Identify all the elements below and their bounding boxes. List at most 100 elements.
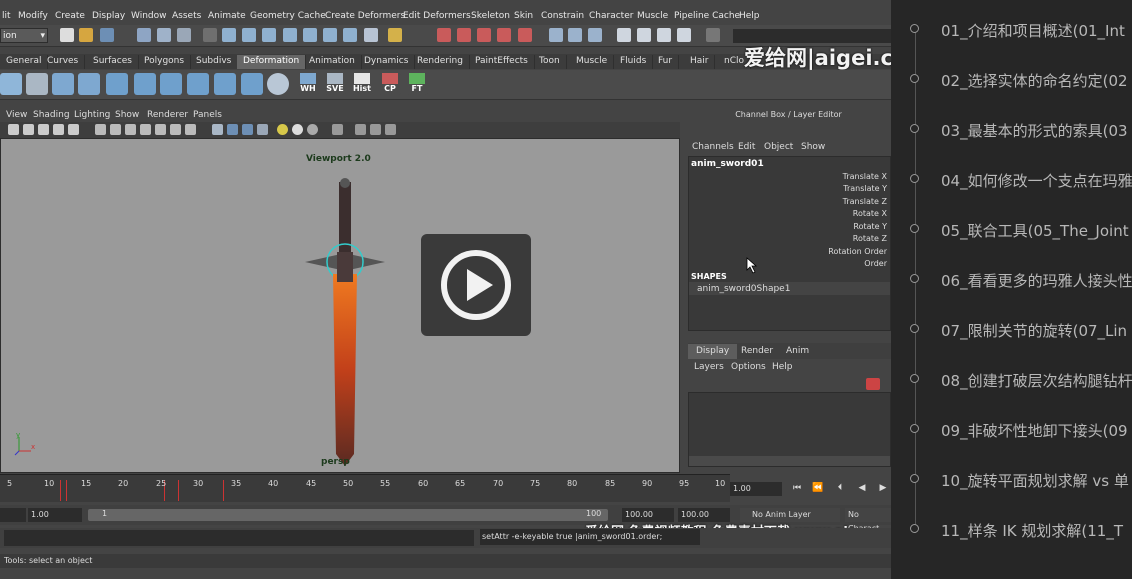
menu-item[interactable]: Skin bbox=[514, 11, 533, 21]
playlist-item[interactable]: 05_联合工具(05_The_Joint bbox=[897, 220, 1132, 240]
current-frame-field[interactable]: 1.00 bbox=[730, 482, 782, 496]
range-start-field[interactable] bbox=[0, 508, 26, 522]
time-slider[interactable]: 5 10 15 20 25 30 35 40 45 50 55 60 65 70… bbox=[0, 474, 730, 502]
new-layer-icon[interactable] bbox=[866, 378, 880, 390]
viewport-3d[interactable]: Viewport 2.0 y x persp bbox=[0, 138, 680, 473]
shelf-tab-toon[interactable]: Toon bbox=[533, 55, 567, 69]
options-menu[interactable]: Options bbox=[731, 362, 766, 372]
render-settings-icon[interactable] bbox=[477, 28, 491, 42]
attr-rotate-x[interactable]: Rotate X bbox=[853, 209, 887, 218]
make-live-icon[interactable] bbox=[303, 28, 317, 42]
playlist-item[interactable]: 11_样条 IK 规划求解(11_T bbox=[897, 520, 1132, 540]
menu-item[interactable]: Muscle bbox=[637, 11, 668, 21]
layout-four-icon[interactable] bbox=[637, 28, 651, 42]
shelf-tab-animation[interactable]: Animation bbox=[303, 55, 362, 69]
shelf-tab-subdivs[interactable]: Subdivs bbox=[190, 55, 239, 69]
attr-translate-y[interactable]: Translate Y bbox=[843, 184, 887, 193]
panel-menu-panels[interactable]: Panels bbox=[193, 110, 222, 120]
character-dropdown[interactable]: No Charact bbox=[845, 508, 891, 533]
playlist-item[interactable]: 03_最基本的形式的索具(03 bbox=[897, 120, 1132, 140]
shelf-tab-polygons[interactable]: Polygons bbox=[138, 55, 192, 69]
layers-menu[interactable]: Layers bbox=[694, 362, 724, 372]
hypershade-icon[interactable] bbox=[497, 28, 511, 42]
menu-item[interactable]: Modify bbox=[18, 11, 48, 21]
hist-shelf-button[interactable]: Hist bbox=[351, 73, 373, 95]
attr-translate-x[interactable]: Translate X bbox=[843, 172, 887, 181]
shadows-icon[interactable] bbox=[307, 124, 318, 135]
shape-name[interactable]: anim_sword0Shape1 bbox=[697, 284, 790, 294]
render-view-icon[interactable] bbox=[518, 28, 532, 42]
grid-icon[interactable] bbox=[95, 124, 106, 135]
command-input-field[interactable] bbox=[733, 29, 891, 43]
all-lights-icon[interactable] bbox=[292, 124, 303, 135]
menu-item[interactable]: Create Deformers bbox=[325, 11, 405, 21]
save-scene-icon[interactable] bbox=[100, 28, 114, 42]
snap-point-icon[interactable] bbox=[262, 28, 276, 42]
menu-item[interactable]: Edit Deformers bbox=[403, 11, 471, 21]
cp-shelf-button[interactable]: CP bbox=[379, 73, 401, 95]
panel-menu-view[interactable]: View bbox=[6, 110, 27, 120]
textured-icon[interactable] bbox=[257, 124, 268, 135]
resolution-gate-icon[interactable] bbox=[125, 124, 136, 135]
sve-shelf-button[interactable]: SVE bbox=[324, 73, 346, 95]
playlist-item[interactable]: 09_非破坏性地卸下接头(09 bbox=[897, 420, 1132, 440]
play-forward-icon[interactable]: ▶ bbox=[876, 483, 890, 495]
blend-shape-icon[interactable] bbox=[0, 73, 22, 95]
playlist-item[interactable]: 07_限制关节的旋转(07_Lin bbox=[897, 320, 1132, 340]
menu-item[interactable]: Pipeline Cache bbox=[674, 11, 740, 21]
lock-icon[interactable] bbox=[388, 28, 402, 42]
playlist-item[interactable]: 02_选择实体的命名约定(02 bbox=[897, 70, 1132, 90]
go-to-start-icon[interactable]: ⏮ bbox=[790, 483, 804, 495]
layout-single-icon[interactable] bbox=[617, 28, 631, 42]
playlist-item[interactable]: 01_介绍和项目概述(01_Int bbox=[897, 20, 1132, 40]
object-name[interactable]: anim_sword01 bbox=[691, 159, 764, 169]
select-object-icon[interactable] bbox=[157, 28, 171, 42]
wire-icon[interactable] bbox=[241, 73, 263, 95]
tool-settings-icon[interactable] bbox=[568, 28, 582, 42]
xray-icon[interactable] bbox=[355, 124, 366, 135]
play-backwards-icon[interactable]: ◀ bbox=[855, 483, 869, 495]
menu-item[interactable]: lit bbox=[2, 11, 11, 21]
video-play-button[interactable] bbox=[421, 234, 531, 336]
input-line-menu-icon[interactable] bbox=[706, 28, 720, 42]
range-end-field[interactable]: 100.00 bbox=[678, 508, 730, 522]
shelf-tab-rendering[interactable]: Rendering bbox=[411, 55, 470, 69]
menu-item[interactable]: Assets bbox=[172, 11, 201, 21]
layer-list-scrollbar[interactable] bbox=[689, 456, 890, 466]
menu-mode-select[interactable]: ion ▾ bbox=[0, 28, 48, 43]
shelf-tab-painteffects[interactable]: PaintEffects bbox=[469, 55, 535, 69]
command-input[interactable] bbox=[4, 530, 474, 546]
tab-render[interactable]: Render bbox=[733, 344, 781, 359]
attr-rotate-z[interactable]: Rotate Z bbox=[853, 234, 887, 243]
squash-icon[interactable] bbox=[134, 73, 156, 95]
playback-start-field[interactable]: 1.00 bbox=[28, 508, 82, 522]
twist-icon[interactable] bbox=[160, 73, 182, 95]
ft-shelf-button[interactable]: FT bbox=[406, 73, 428, 95]
channels-menu[interactable]: Channels bbox=[692, 142, 734, 152]
menu-item[interactable]: Constrain bbox=[541, 11, 584, 21]
attr-rotation-order[interactable]: Rotation Order bbox=[828, 247, 887, 256]
step-back-icon[interactable]: ⏪ bbox=[811, 483, 825, 495]
panel-menu-show[interactable]: Show bbox=[115, 110, 139, 120]
attr-translate-z[interactable]: Translate Z bbox=[843, 197, 887, 206]
selection-mask-icon[interactable] bbox=[203, 28, 217, 42]
cluster-icon[interactable] bbox=[267, 73, 289, 95]
bend-icon[interactable] bbox=[52, 73, 74, 95]
isolate-select-icon[interactable] bbox=[332, 124, 343, 135]
menu-item[interactable]: Animate bbox=[208, 11, 246, 21]
help-question-icon[interactable] bbox=[364, 28, 378, 42]
hud-icon[interactable] bbox=[385, 124, 396, 135]
playlist-item[interactable]: 06_看看更多的玛雅人接头性 bbox=[897, 270, 1132, 290]
flare-icon[interactable] bbox=[78, 73, 100, 95]
two-d-pan-icon[interactable] bbox=[68, 124, 79, 135]
field-chart-icon[interactable] bbox=[155, 124, 166, 135]
tab-anim[interactable]: Anim bbox=[778, 344, 817, 359]
wh-shelf-button[interactable]: WH bbox=[297, 73, 319, 95]
shelf-tab-fur[interactable]: Fur bbox=[652, 55, 680, 69]
bookmark-icon[interactable] bbox=[38, 124, 49, 135]
image-plane-icon[interactable] bbox=[53, 124, 64, 135]
sword-model[interactable] bbox=[291, 174, 401, 474]
menu-item[interactable]: Skeleton bbox=[471, 11, 510, 21]
new-scene-icon[interactable] bbox=[60, 28, 74, 42]
attr-order[interactable]: Order bbox=[864, 259, 887, 268]
